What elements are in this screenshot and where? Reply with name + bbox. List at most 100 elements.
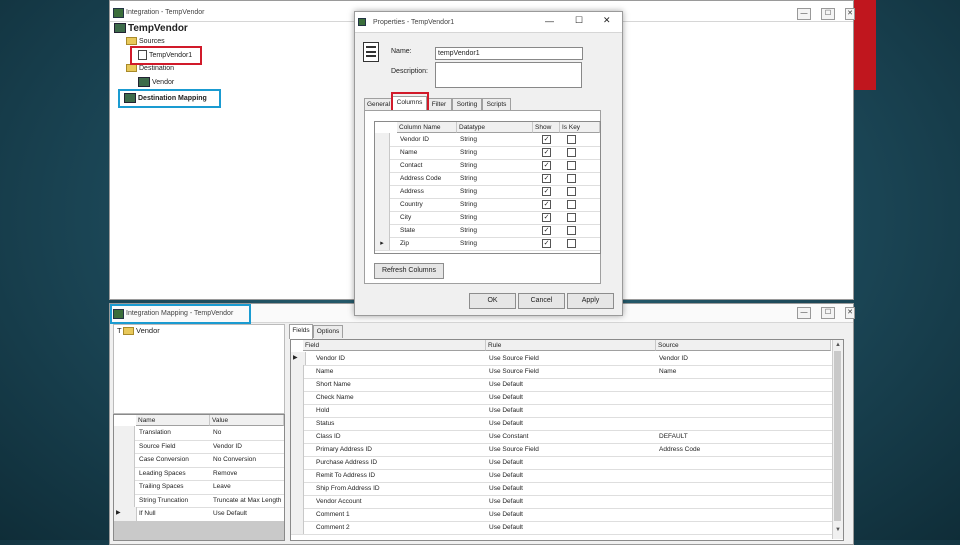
row-selector[interactable]	[291, 482, 304, 495]
scroll-up-icon[interactable]: ▲	[834, 341, 842, 349]
datatype-cell[interactable]: String	[457, 133, 533, 146]
field-name-cell[interactable]: Comment 2	[313, 521, 486, 534]
column-name-cell[interactable]: Contact	[397, 159, 457, 172]
field-row[interactable]: Comment 1 Use Default	[291, 508, 832, 522]
field-name-cell[interactable]: Vendor ID	[313, 352, 486, 365]
field-rule-cell[interactable]: Use Source Field	[486, 443, 656, 456]
is-key-checkbox[interactable]	[567, 200, 576, 209]
tree-root[interactable]: TempVendor	[114, 23, 188, 34]
minimize-button[interactable]: —	[797, 307, 811, 319]
field-name-cell[interactable]: Class ID	[313, 430, 486, 443]
field-rule-cell[interactable]: Use Default	[486, 417, 656, 430]
row-selector[interactable]	[375, 224, 390, 237]
column-name-cell[interactable]: Zip	[397, 237, 457, 250]
column-row[interactable]: Address Code String ✓	[375, 172, 600, 186]
show-checkbox[interactable]: ✓	[542, 213, 551, 222]
is-key-checkbox[interactable]	[567, 148, 576, 157]
is-key-checkbox[interactable]	[567, 213, 576, 222]
field-row[interactable]: ▶ Vendor ID Use Source Field Vendor ID	[291, 352, 832, 366]
field-name-cell[interactable]: Ship From Address ID	[313, 482, 486, 495]
field-rule-cell[interactable]: Use Default	[486, 521, 656, 534]
tree-sources[interactable]: Sources	[126, 37, 165, 45]
column-name-cell[interactable]: State	[397, 224, 457, 237]
field-header-field[interactable]: Field	[303, 340, 486, 351]
row-selector[interactable]	[291, 391, 304, 404]
field-rule-cell[interactable]: Use Source Field	[486, 365, 656, 378]
ok-button[interactable]: OK	[469, 293, 516, 309]
property-row[interactable]: Case Conversion No Conversion	[114, 453, 284, 468]
field-source-cell[interactable]: DEFAULT	[656, 430, 826, 443]
show-checkbox[interactable]: ✓	[542, 161, 551, 170]
property-row[interactable]: Trailing Spaces Leave	[114, 480, 284, 495]
field-row[interactable]: Primary Address ID Use Source Field Addres…	[291, 443, 832, 457]
row-selector[interactable]	[375, 211, 390, 224]
row-selector[interactable]	[291, 469, 304, 482]
is-key-checkbox[interactable]	[567, 161, 576, 170]
property-row[interactable]: String Truncation Truncate at Max Length	[114, 493, 284, 508]
property-row[interactable]: ▶ If Null Use Default	[114, 507, 284, 522]
show-checkbox[interactable]: ✓	[542, 226, 551, 235]
column-row[interactable]: ▸ Zip String ✓	[375, 237, 600, 251]
apply-button[interactable]: Apply	[567, 293, 614, 309]
minimize-button[interactable]: —	[797, 8, 811, 20]
row-selector[interactable]	[291, 495, 304, 508]
field-name-cell[interactable]: Purchase Address ID	[313, 456, 486, 469]
row-selector[interactable]	[375, 159, 390, 172]
datatype-cell[interactable]: String	[457, 172, 533, 185]
maximize-button[interactable]: ☐	[575, 15, 583, 26]
column-row[interactable]: Vendor ID String ✓	[375, 133, 600, 147]
show-checkbox[interactable]: ✓	[542, 200, 551, 209]
field-row[interactable]: Short Name Use Default	[291, 378, 832, 392]
field-rule-cell[interactable]: Use Source Field	[486, 352, 656, 365]
field-row[interactable]: Purchase Address ID Use Default	[291, 456, 832, 470]
property-row[interactable]: Translation No	[114, 426, 284, 441]
column-row[interactable]: State String ✓	[375, 224, 600, 238]
column-name-cell[interactable]: Country	[397, 198, 457, 211]
field-name-cell[interactable]: Status	[313, 417, 486, 430]
row-selector[interactable]	[375, 172, 390, 185]
field-row[interactable]: Ship From Address ID Use Default	[291, 482, 832, 496]
column-row[interactable]: Name String ✓	[375, 146, 600, 160]
column-name-cell[interactable]: Address	[397, 185, 457, 198]
row-selector[interactable]: ▶	[291, 352, 306, 365]
field-header-source[interactable]: Source	[656, 340, 831, 351]
property-value-cell[interactable]: No Conversion	[210, 453, 284, 467]
datatype-cell[interactable]: String	[457, 237, 533, 250]
column-row[interactable]: Country String ✓	[375, 198, 600, 212]
description-field[interactable]	[435, 62, 582, 88]
maximize-button[interactable]: ☐	[821, 307, 835, 319]
close-button[interactable]: ✕	[845, 307, 855, 319]
prop-header-value[interactable]: Value	[210, 415, 284, 426]
show-checkbox[interactable]: ✓	[542, 174, 551, 183]
scroll-down-icon[interactable]: ▼	[834, 526, 842, 534]
field-rule-cell[interactable]: Use Default	[486, 378, 656, 391]
col-header-show[interactable]: Show	[533, 122, 560, 133]
row-selector[interactable]	[291, 378, 304, 391]
show-checkbox[interactable]: ✓	[542, 135, 551, 144]
name-field[interactable]: tempVendor1	[435, 47, 583, 60]
is-key-checkbox[interactable]	[567, 226, 576, 235]
field-rule-cell[interactable]: Use Default	[486, 482, 656, 495]
field-row[interactable]: Status Use Default	[291, 417, 832, 431]
property-value-cell[interactable]: Remove	[210, 467, 284, 481]
field-source-cell[interactable]: Vendor ID	[656, 352, 826, 365]
property-value-cell[interactable]: No	[210, 426, 284, 440]
tab-fields[interactable]: Fields	[289, 324, 313, 339]
show-checkbox[interactable]: ✓	[542, 148, 551, 157]
field-rule-cell[interactable]: Use Default	[486, 456, 656, 469]
cancel-button[interactable]: Cancel	[518, 293, 565, 309]
field-rule-cell[interactable]: Use Default	[486, 391, 656, 404]
column-row[interactable]: Address String ✓	[375, 185, 600, 199]
tab-options[interactable]: Options	[313, 325, 343, 338]
datatype-cell[interactable]: String	[457, 224, 533, 237]
field-name-cell[interactable]: Comment 1	[313, 508, 486, 521]
property-value-cell[interactable]: Use Default	[210, 507, 284, 521]
property-value-cell[interactable]: Truncate at Max Length	[210, 494, 284, 508]
field-name-cell[interactable]: Name	[313, 365, 486, 378]
row-selector[interactable]	[114, 453, 135, 467]
field-source-cell[interactable]: Name	[656, 365, 826, 378]
column-row[interactable]: Contact String ✓	[375, 159, 600, 173]
row-selector[interactable]	[291, 430, 304, 443]
col-header-name[interactable]: Column Name	[397, 122, 457, 133]
field-row[interactable]: Check Name Use Default	[291, 391, 832, 405]
